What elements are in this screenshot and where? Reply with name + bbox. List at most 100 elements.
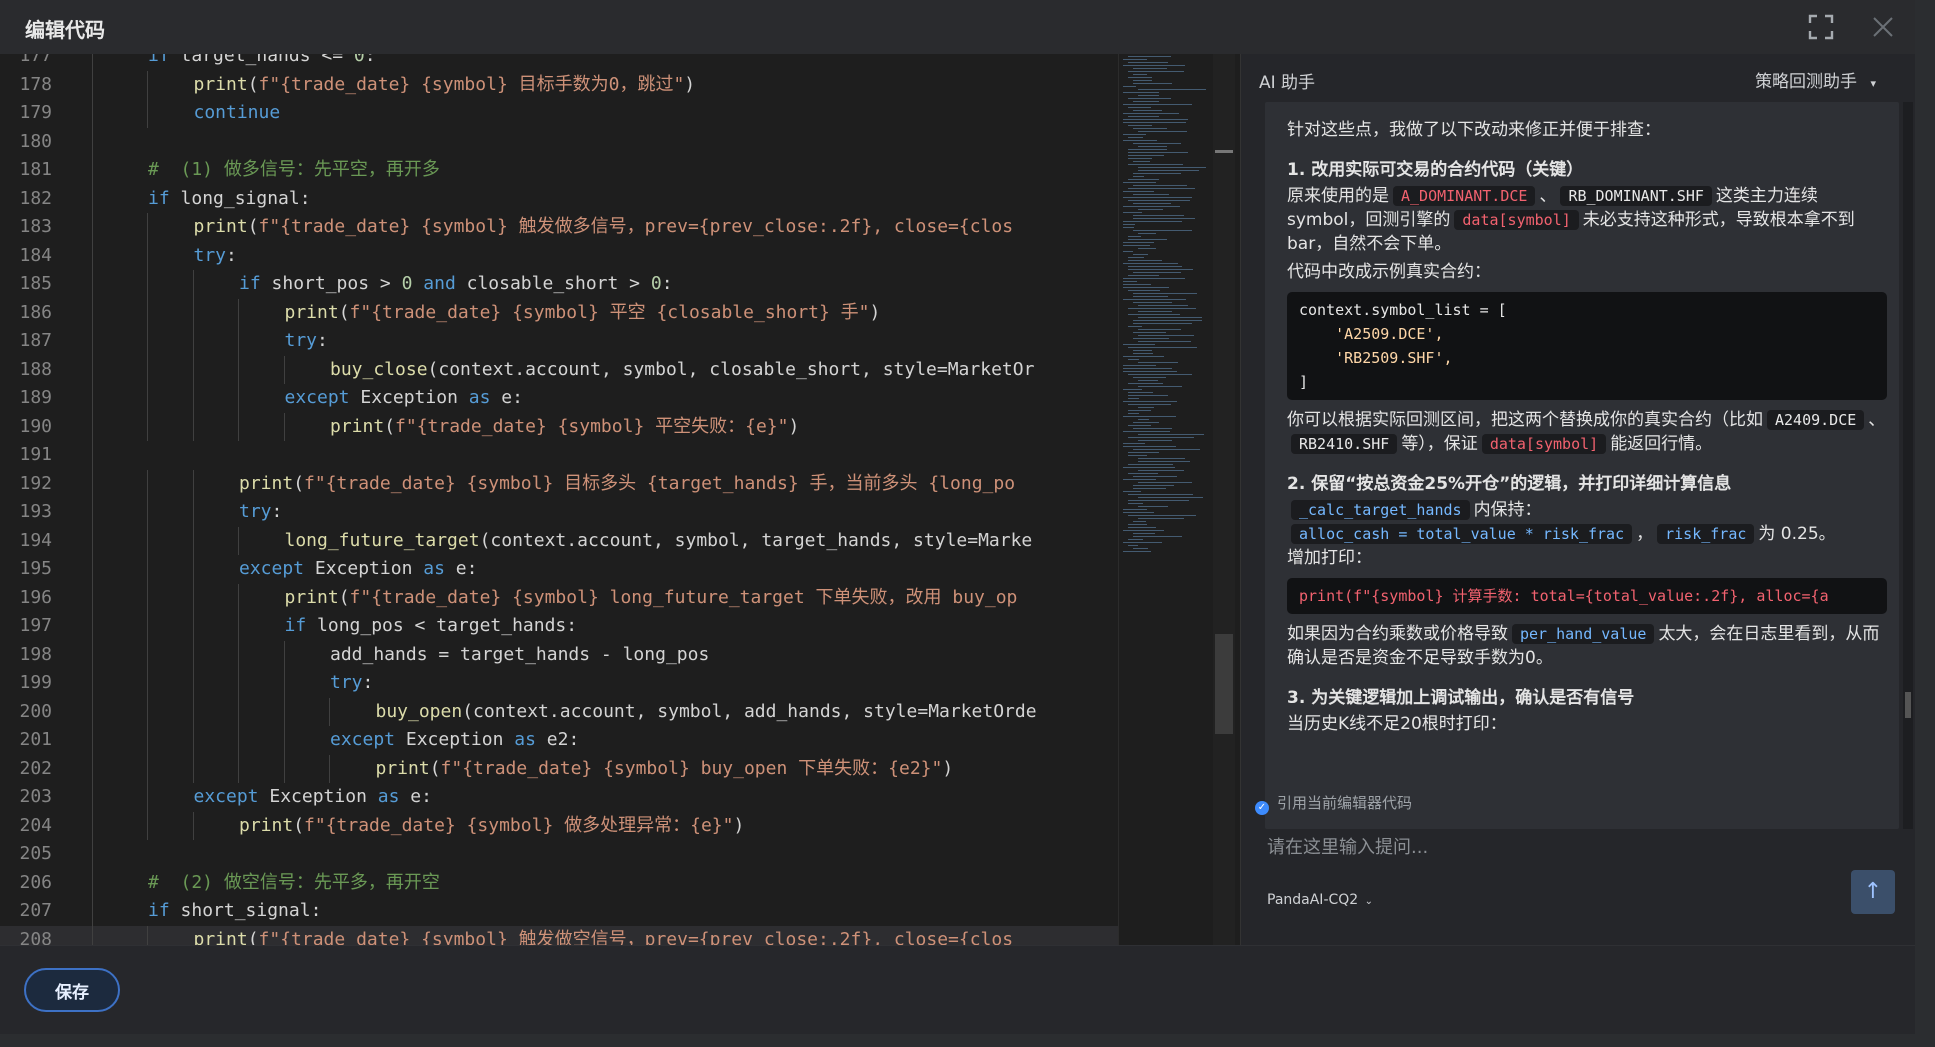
text: 内保持： — [1473, 500, 1542, 520]
line-number: 202 — [19, 757, 52, 779]
cite-editor-code-toggle[interactable]: ✓ 引用当前编辑器代码 — [1255, 792, 1412, 815]
gutter-divider — [92, 54, 93, 945]
code-line[interactable]: 178 print(f"{trade_date} {symbol} 目标手数为0，… — [0, 70, 1120, 99]
indent-guide — [192, 555, 194, 584]
minimap-line — [1128, 236, 1141, 237]
editor-scrollbar-thumb[interactable] — [1215, 634, 1233, 734]
indent-guide — [147, 754, 148, 783]
minimap-line — [1138, 305, 1188, 306]
code-token: try — [330, 672, 363, 693]
code-token: ) — [942, 757, 954, 779]
code-line[interactable]: 186 print(f"{trade_date} {symbol} 平空 {clo… — [0, 298, 1120, 327]
code-block-symbol-list[interactable]: context.symbol_list = [ 'A2509.DCE', 'RB… — [1287, 292, 1887, 400]
minimap-line — [1128, 545, 1138, 546]
indent-guide — [147, 99, 148, 128]
indent-guide — [192, 526, 194, 555]
indent-guide — [147, 498, 148, 527]
text: 等），保证 — [1401, 434, 1478, 454]
indent-guide — [192, 498, 194, 527]
code-line[interactable]: 177 if target_hands <= 0: — [0, 54, 1120, 71]
code-line[interactable]: 180 — [0, 128, 1120, 157]
code-line[interactable]: 202 print(f"{trade_date} {symbol} buy_ope… — [0, 754, 1120, 783]
code-line[interactable]: 192 print(f"{trade_date} {symbol} 目标多头 {t… — [0, 469, 1120, 498]
code-line[interactable]: 184 try: — [0, 241, 1120, 270]
code-token: e: — [444, 558, 478, 579]
code-line[interactable]: 194 long_future_target(context.account, s… — [0, 526, 1120, 555]
code-text: buy_open(context.account, symbol, add_ha… — [376, 698, 1037, 727]
code-line[interactable]: 200 buy_open(context.account, symbol, add… — [0, 697, 1120, 727]
minimap-line — [1133, 176, 1144, 177]
code-line[interactable]: 204 print(f"{trade_date} {symbol} 做多处理异常：… — [0, 811, 1120, 840]
minimap-line — [1128, 260, 1162, 261]
minimap-line — [1138, 380, 1158, 381]
save-button[interactable]: 保存 — [24, 968, 120, 1012]
close-icon[interactable] — [1870, 14, 1896, 40]
code-token: ( — [247, 73, 259, 95]
code-line[interactable]: 188 buy_close(context.account, symbol, cl… — [0, 355, 1120, 384]
code-line[interactable]: 189 except Exception as e: — [0, 384, 1120, 413]
minimap-line — [1128, 152, 1188, 153]
code-token: 0 — [401, 273, 413, 294]
code-line[interactable]: 191 — [0, 441, 1120, 470]
code-lines[interactable]: 177 if target_hands <= 0: 178 print(f"{trad… — [0, 54, 1120, 945]
code-text: print(f"{trade_date} {symbol} long_futur… — [285, 584, 1018, 613]
editor-scrollbar[interactable] — [1213, 54, 1235, 945]
code-line[interactable]: 190 print(f"{trade_date} {symbol} 平空失败：{e… — [0, 412, 1120, 441]
code-line[interactable]: 203 except Exception as e: — [0, 783, 1120, 812]
code-line[interactable]: 199 try: — [0, 669, 1120, 698]
line-number: 194 — [19, 529, 52, 551]
chat-message-area[interactable]: 针对这些点，我做了以下改动来修正并便于排查： 1. 改用实际可交易的合约代码（关… — [1265, 102, 1899, 829]
minimap-line — [1123, 206, 1180, 207]
chat-scrollbar-thumb[interactable] — [1905, 692, 1911, 718]
code-text: try: — [239, 498, 282, 527]
check-circle-icon[interactable]: ✓ — [1255, 801, 1269, 815]
minimap-line — [1128, 257, 1144, 258]
minimap-line — [1123, 368, 1172, 369]
indent-guide — [192, 640, 194, 669]
code-line[interactable]: 205 — [0, 840, 1120, 869]
code-token: continue — [193, 102, 281, 123]
fullscreen-icon[interactable] — [1808, 14, 1834, 40]
code-line[interactable]: 183 print(f"{trade_date} {symbol} 触发做多信号，… — [0, 213, 1120, 242]
code-line[interactable]: 208 print(f"{trade_date} {symbol} 触发做空信号，… — [0, 925, 1120, 945]
minimap-line — [1128, 374, 1192, 375]
minimap-line — [1133, 161, 1150, 162]
code-line[interactable]: 201 except Exception as e2: — [0, 726, 1120, 755]
code-line[interactable]: 187 try: — [0, 327, 1120, 356]
code-line[interactable]: 198 add_hands = target_hands - long_pos — [0, 640, 1120, 669]
line-number: 204 — [19, 814, 52, 836]
inline-code: data[symbol] — [1481, 434, 1607, 454]
code-line[interactable]: 195 except Exception as e: — [0, 555, 1120, 584]
code-line[interactable]: 185 if short_pos > 0 and closable_short >… — [0, 270, 1120, 299]
minimap-line — [1123, 134, 1146, 135]
code-block-print[interactable]: print(f"{symbol} 计算手数: total={total_valu… — [1287, 578, 1887, 614]
code-line[interactable]: 182 if long_signal: — [0, 185, 1120, 214]
indent-guide — [147, 355, 148, 384]
chat-scrollbar[interactable] — [1903, 102, 1913, 829]
code-line[interactable]: 181 # (1) 做多信号：先平空，再开多 — [0, 156, 1120, 185]
assistant-select[interactable]: 策略回测助手 ▾ — [1755, 67, 1876, 92]
code-line[interactable]: 193 try: — [0, 498, 1120, 527]
code-line[interactable]: 196 print(f"{trade_date} {symbol} long_fu… — [0, 583, 1120, 613]
minimap-line — [1123, 551, 1151, 552]
line-number: 182 — [19, 187, 52, 209]
code-editor[interactable]: 177 if target_hands <= 0: 178 print(f"{trad… — [0, 54, 1240, 945]
code-line[interactable]: 206 # (2) 做空信号：先平多，再开空 — [0, 869, 1120, 898]
code-text: try: — [285, 327, 328, 356]
model-select[interactable]: PandaAI-CQ2 ⌄ — [1267, 892, 1373, 908]
section-1-title: 1. 改用实际可交易的合约代码（关键） — [1287, 160, 1584, 180]
code-line[interactable]: 179 continue — [0, 99, 1120, 128]
minimap-line — [1128, 62, 1168, 63]
editor-minimap[interactable] — [1118, 54, 1214, 945]
inline-code: risk_frac — [1657, 524, 1755, 544]
code-line[interactable]: 197 if long_pos < target_hands: — [0, 612, 1120, 641]
question-input[interactable] — [1265, 824, 1829, 870]
minimap-line — [1138, 317, 1202, 318]
send-button[interactable]: ↑ — [1851, 870, 1895, 914]
line-number: 198 — [19, 643, 52, 665]
line-number: 187 — [19, 330, 52, 351]
code-line[interactable]: 207 if short_signal: — [0, 897, 1120, 926]
minimap-line — [1133, 332, 1166, 333]
code-line: ] — [1299, 373, 1309, 391]
minimap-line — [1128, 464, 1173, 465]
